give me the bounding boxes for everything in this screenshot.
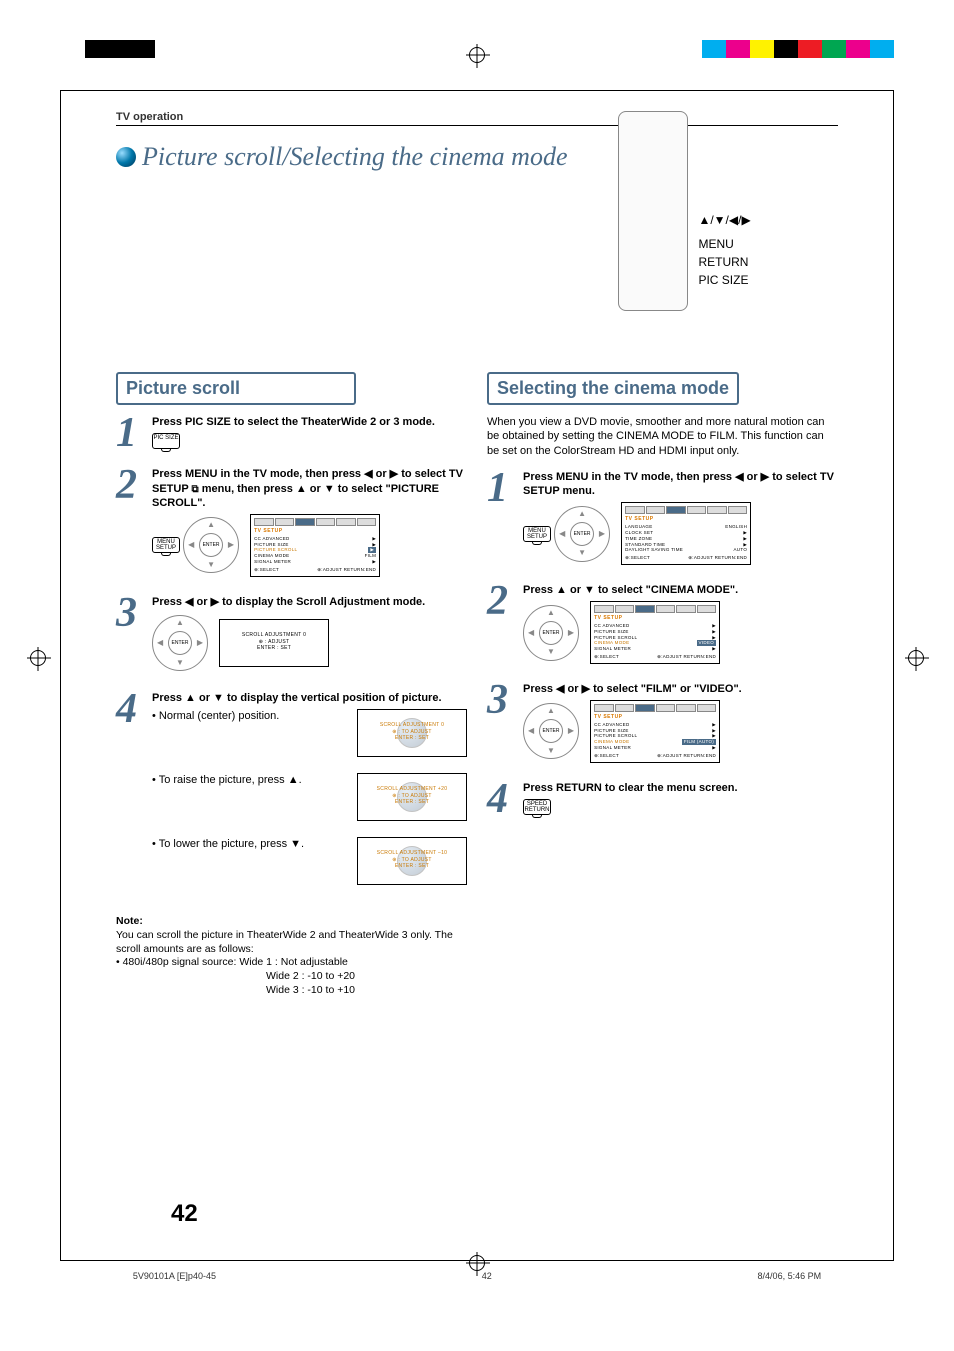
footer-info: 5V90101A [E]p40-45 42 8/4/06, 5:46 PM bbox=[0, 1271, 954, 1281]
color-swatch bbox=[822, 40, 846, 58]
right-step-2: 2 Press ▲ or ▼ to select "CINEMA MODE". … bbox=[487, 583, 838, 668]
step-number: 3 bbox=[116, 595, 144, 677]
step-number: 2 bbox=[116, 467, 144, 580]
osd-tv-setup-cinema-video: TV SETUPCC ADVANCED▶PICTURE SIZE▶PICTURE… bbox=[590, 601, 720, 664]
dpad-icon: ▲▼◀▶ bbox=[523, 703, 579, 759]
note-body3: Wide 2 : -10 to +20 bbox=[266, 970, 467, 984]
note-block: Note: You can scroll the picture in Thea… bbox=[116, 915, 467, 997]
right-intro: When you view a DVD movie, smoother and … bbox=[487, 415, 838, 458]
color-swatch bbox=[726, 40, 750, 58]
step-text: Press ◀ or ▶ to display the Scroll Adjus… bbox=[152, 596, 425, 608]
dpad-icon: ▲▼◀▶ bbox=[523, 605, 579, 661]
step-number: 1 bbox=[487, 470, 515, 569]
color-bars bbox=[702, 40, 894, 58]
right-step-4: 4 Press RETURN to clear the menu screen.… bbox=[487, 781, 838, 819]
remote-diagram: ▲/▼/◀/▶ MENU RETURN PIC SIZE bbox=[618, 111, 818, 311]
scroll-line3: ENTER : SET bbox=[220, 645, 328, 652]
color-swatch bbox=[798, 40, 822, 58]
step-number: 2 bbox=[487, 583, 515, 668]
sub-text: • To raise the picture, press ▲. bbox=[152, 769, 347, 787]
right-column: Selecting the cinema mode When you view … bbox=[487, 372, 838, 997]
right-step-3: 3 Press ◀ or ▶ to select "FILM" or "VIDE… bbox=[487, 682, 838, 767]
step-number: 4 bbox=[487, 781, 515, 819]
footer-right: 8/4/06, 5:46 PM bbox=[758, 1271, 822, 1281]
note-body1: You can scroll the picture in TheaterWid… bbox=[116, 929, 453, 955]
remote-menu-label: MENU bbox=[698, 235, 750, 253]
note-label: Note: bbox=[116, 915, 143, 927]
osd-tv-setup-cinema-film: TV SETUPCC ADVANCED▶PICTURE SIZE▶PICTURE… bbox=[590, 700, 720, 763]
left-column: Picture scroll 1 Press PIC SIZE to selec… bbox=[116, 372, 467, 997]
color-swatch bbox=[846, 40, 870, 58]
left-heading: Picture scroll bbox=[116, 372, 356, 405]
step-number: 3 bbox=[487, 682, 515, 767]
left-step-1: 1 Press PIC SIZE to select the TheaterWi… bbox=[116, 415, 467, 453]
left-step-3: 3 Press ◀ or ▶ to display the Scroll Adj… bbox=[116, 595, 467, 677]
registration-mark-bottom-icon bbox=[469, 1255, 485, 1271]
step-text: Press ▲ or ▼ to display the vertical pos… bbox=[152, 692, 442, 704]
step-number: 1 bbox=[116, 415, 144, 453]
sub-text: • Normal (center) position. bbox=[152, 705, 347, 723]
step-text: Press PIC SIZE to select the TheaterWide… bbox=[152, 416, 435, 428]
pic-size-button-icon: PIC SIZE bbox=[152, 433, 180, 449]
note-body2: • 480i/480p signal source: Wide 1 : Not … bbox=[116, 956, 348, 968]
step-text: Press ▲ or ▼ to select "CINEMA MODE". bbox=[523, 584, 738, 596]
sub-text: • To lower the picture, press ▼. bbox=[152, 833, 347, 851]
right-step-1: 1 Press MENU in the TV mode, then press … bbox=[487, 470, 838, 569]
step-number: 4 bbox=[116, 691, 144, 897]
page-number: 42 bbox=[171, 1200, 198, 1228]
step-text: Press MENU in the TV mode, then press ◀ … bbox=[523, 471, 834, 497]
left-step-2: 2 Press MENU in the TV mode, then press … bbox=[116, 467, 467, 580]
sphere-icon bbox=[116, 147, 136, 167]
osd-scroll-adjustment: SCROLL ADJUSTMENT 0 ⊕ : ADJUST ENTER : S… bbox=[219, 619, 329, 667]
color-swatch bbox=[702, 40, 726, 58]
footer-left: 5V90101A [E]p40-45 bbox=[133, 1271, 216, 1281]
osd-scroll-adjustment: SCROLL ADJUSTMENT +20⊕ : TO ADJUSTENTER … bbox=[357, 773, 467, 821]
page-border: TV operation Picture scroll/Selecting th… bbox=[60, 90, 894, 1261]
menu-setup-button-icon: MENU SETUP bbox=[152, 537, 180, 553]
scroll-sub-row: • To raise the picture, press ▲. SCROLL A… bbox=[152, 769, 467, 825]
color-swatch bbox=[774, 40, 798, 58]
speed-return-button-icon: SPEED RETURN bbox=[523, 799, 551, 815]
note-body4: Wide 3 : -10 to +10 bbox=[266, 984, 467, 998]
color-swatch bbox=[870, 40, 894, 58]
dpad-icon: ▲▼◀▶ bbox=[152, 615, 208, 671]
page-title: Picture scroll/Selecting the cinema mode bbox=[142, 142, 568, 172]
remote-outline-icon bbox=[618, 111, 688, 311]
osd-tv-setup-language: TV SETUPLANGUAGEENGLISHCLOCK SET▶TIME ZO… bbox=[621, 502, 751, 565]
dpad-icon: ▲▼◀▶ bbox=[183, 517, 239, 573]
color-swatch bbox=[750, 40, 774, 58]
remote-return-label: RETURN bbox=[698, 253, 750, 271]
registration-mark-left-icon bbox=[30, 650, 46, 666]
footer-center: 42 bbox=[482, 1271, 492, 1281]
menu-setup-button-icon: MENU SETUP bbox=[523, 526, 551, 542]
osd-scroll-adjustment: SCROLL ADJUSTMENT 0⊕ : TO ADJUSTENTER : … bbox=[357, 709, 467, 757]
right-heading: Selecting the cinema mode bbox=[487, 372, 739, 405]
registration-mark-icon bbox=[469, 47, 485, 63]
remote-picsize-label: PIC SIZE bbox=[698, 271, 750, 289]
step-text: Press RETURN to clear the menu screen. bbox=[523, 782, 738, 794]
dpad-icon: ▲▼◀▶ bbox=[554, 506, 610, 562]
scroll-sub-row: • To lower the picture, press ▼. SCROLL A… bbox=[152, 833, 467, 889]
scroll-sub-row: • Normal (center) position. SCROLL ADJUST… bbox=[152, 705, 467, 761]
step-text: Press ◀ or ▶ to select "FILM" or "VIDEO"… bbox=[523, 683, 742, 695]
registration-mark-right-icon bbox=[908, 650, 924, 666]
osd-tv-setup-picture-scroll: TV SETUPCC ADVANCED▶PICTURE SIZE▶PICTURE… bbox=[250, 514, 380, 577]
content-area: TV operation Picture scroll/Selecting th… bbox=[116, 111, 838, 1240]
remote-callouts: ▲/▼/◀/▶ MENU RETURN PIC SIZE bbox=[698, 211, 750, 289]
osd-scroll-adjustment: SCROLL ADJUSTMENT –10⊕ : TO ADJUSTENTER … bbox=[357, 837, 467, 885]
left-step-4: 4 Press ▲ or ▼ to display the vertical p… bbox=[116, 691, 467, 897]
remote-arrows-label: ▲/▼/◀/▶ bbox=[698, 211, 750, 229]
